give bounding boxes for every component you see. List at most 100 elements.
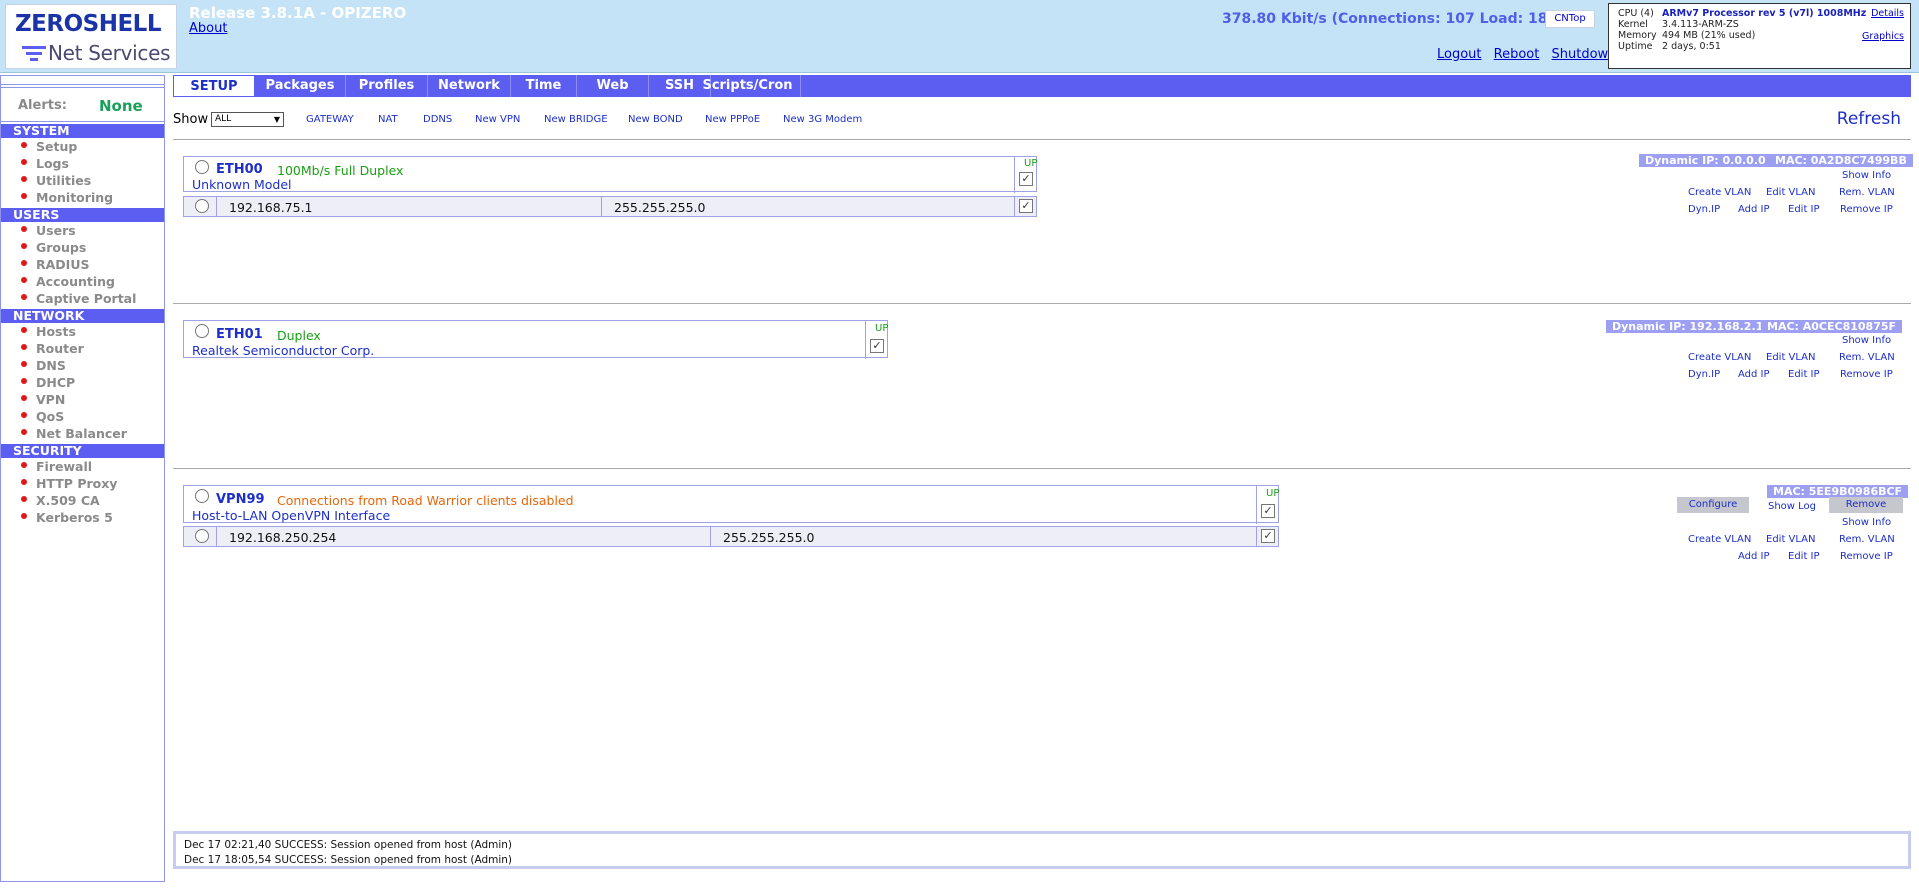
sidebar-item-utilities[interactable]: Utilities xyxy=(1,172,164,189)
sidebar-item-monitoring[interactable]: Monitoring xyxy=(1,189,164,206)
edit-vlan-link[interactable]: Edit VLAN xyxy=(1766,534,1816,545)
sidebar-item-label[interactable]: DNS xyxy=(36,358,66,373)
enable-checkbox[interactable]: ✓ xyxy=(1261,504,1275,518)
sidebar-item-label[interactable]: Accounting xyxy=(36,274,115,289)
tab-time[interactable]: Time xyxy=(511,75,577,97)
sidebar-item-label[interactable]: X.509 CA xyxy=(36,493,100,508)
sidebar-item-label[interactable]: Net Balancer xyxy=(36,426,127,441)
rem-vlan-link[interactable]: Rem. VLAN xyxy=(1839,187,1895,198)
tab-network[interactable]: Network xyxy=(428,75,511,97)
tab-web[interactable]: Web xyxy=(577,75,649,97)
enable-checkbox[interactable]: ✓ xyxy=(1019,172,1033,186)
sidebar-item-label[interactable]: Utilities xyxy=(36,173,91,188)
sidebar-item-setup[interactable]: Setup xyxy=(1,138,164,155)
new-3g-modem-link[interactable]: New 3G Modem xyxy=(783,114,862,125)
ddns-link[interactable]: DDNS xyxy=(423,114,452,125)
refresh-link[interactable]: Refresh xyxy=(1837,109,1901,129)
cntop-button[interactable]: CNTop xyxy=(1545,10,1595,28)
sidebar-item-vpn[interactable]: VPN xyxy=(1,391,164,408)
sidebar-item-users[interactable]: Users xyxy=(1,222,164,239)
new-bridge-link[interactable]: New BRIDGE xyxy=(544,114,608,125)
sidebar-item-label[interactable]: RADIUS xyxy=(36,257,89,272)
edit-ip-link[interactable]: Edit IP xyxy=(1788,551,1820,562)
show-log-link[interactable]: Show Log xyxy=(1768,501,1816,512)
ip-radio[interactable] xyxy=(195,199,209,213)
sidebar-item-label[interactable]: Logs xyxy=(36,156,69,171)
about-link[interactable]: About xyxy=(189,21,227,36)
shutdown-link[interactable]: Shutdown xyxy=(1552,47,1617,62)
nat-link[interactable]: NAT xyxy=(378,114,398,125)
logout-link[interactable]: Logout xyxy=(1437,47,1482,62)
remove-ip-link[interactable]: Remove IP xyxy=(1840,369,1893,380)
interface-radio[interactable] xyxy=(195,160,209,174)
add-ip-link[interactable]: Add IP xyxy=(1738,204,1770,215)
sidebar-item-x-509-ca[interactable]: X.509 CA xyxy=(1,492,164,509)
sidebar-item-label[interactable]: Router xyxy=(36,341,84,356)
sidebar-item-label[interactable]: Users xyxy=(36,223,76,238)
new-pppoe-link[interactable]: New PPPoE xyxy=(705,114,760,125)
show-info-link[interactable]: Show Info xyxy=(1842,335,1891,346)
details-link[interactable]: Details xyxy=(1871,8,1904,19)
tab-packages[interactable]: Packages xyxy=(255,75,346,97)
remove-button[interactable]: Remove xyxy=(1829,497,1903,513)
show-info-link[interactable]: Show Info xyxy=(1842,517,1891,528)
sidebar-item-label[interactable]: VPN xyxy=(36,392,65,407)
interface-radio[interactable] xyxy=(195,489,209,503)
rem-vlan-link[interactable]: Rem. VLAN xyxy=(1839,534,1895,545)
sidebar-item-groups[interactable]: Groups xyxy=(1,239,164,256)
edit-ip-link[interactable]: Edit IP xyxy=(1788,204,1820,215)
rem-vlan-link[interactable]: Rem. VLAN xyxy=(1839,352,1895,363)
dyn-ip-link[interactable]: Dyn.IP xyxy=(1688,204,1720,215)
tab-setup[interactable]: SETUP xyxy=(173,75,255,97)
add-ip-link[interactable]: Add IP xyxy=(1738,551,1770,562)
sidebar-item-label[interactable]: Setup xyxy=(36,139,77,154)
add-ip-link[interactable]: Add IP xyxy=(1738,369,1770,380)
sidebar-item-label[interactable]: QoS xyxy=(36,409,64,424)
create-vlan-link[interactable]: Create VLAN xyxy=(1688,534,1751,545)
edit-vlan-link[interactable]: Edit VLAN xyxy=(1766,187,1816,198)
remove-ip-link[interactable]: Remove IP xyxy=(1840,551,1893,562)
sidebar-item-label[interactable]: Firewall xyxy=(36,459,92,474)
ip-enable-checkbox[interactable]: ✓ xyxy=(1019,199,1033,213)
sidebar-item-dns[interactable]: DNS xyxy=(1,357,164,374)
sidebar-item-radius[interactable]: RADIUS xyxy=(1,256,164,273)
sidebar-item-accounting[interactable]: Accounting xyxy=(1,273,164,290)
edit-ip-link[interactable]: Edit IP xyxy=(1788,369,1820,380)
sidebar-item-net-balancer[interactable]: Net Balancer xyxy=(1,425,164,442)
sidebar-item-label[interactable]: Groups xyxy=(36,240,86,255)
show-filter-select[interactable]: ALL ▼ xyxy=(211,112,284,127)
show-info-link[interactable]: Show Info xyxy=(1842,170,1891,181)
sidebar-item-label[interactable]: Kerberos 5 xyxy=(36,510,113,525)
ip-radio[interactable] xyxy=(195,529,209,543)
sidebar-item-label[interactable]: Monitoring xyxy=(36,190,113,205)
reboot-link[interactable]: Reboot xyxy=(1494,47,1540,62)
create-vlan-link[interactable]: Create VLAN xyxy=(1688,352,1751,363)
sidebar-item-qos[interactable]: QoS xyxy=(1,408,164,425)
sidebar-item-http-proxy[interactable]: HTTP Proxy xyxy=(1,475,164,492)
sidebar-item-firewall[interactable]: Firewall xyxy=(1,458,164,475)
configure-button[interactable]: Configure xyxy=(1677,497,1749,513)
new-bond-link[interactable]: New BOND xyxy=(628,114,683,125)
create-vlan-link[interactable]: Create VLAN xyxy=(1688,187,1751,198)
sidebar-item-label[interactable]: DHCP xyxy=(36,375,75,390)
tab-scripts-cron[interactable]: Scripts/Cron xyxy=(695,75,801,97)
sidebar-item-dhcp[interactable]: DHCP xyxy=(1,374,164,391)
graphics-link[interactable]: Graphics xyxy=(1862,31,1904,42)
interface-radio[interactable] xyxy=(195,324,209,338)
remove-ip-link[interactable]: Remove IP xyxy=(1840,204,1893,215)
sidebar-item-hosts[interactable]: Hosts xyxy=(1,323,164,340)
sidebar-item-captive-portal[interactable]: Captive Portal xyxy=(1,290,164,307)
sidebar-item-router[interactable]: Router xyxy=(1,340,164,357)
sidebar-item-label[interactable]: Hosts xyxy=(36,324,76,339)
edit-vlan-link[interactable]: Edit VLAN xyxy=(1766,352,1816,363)
sidebar-item-logs[interactable]: Logs xyxy=(1,155,164,172)
ip-enable-checkbox[interactable]: ✓ xyxy=(1261,529,1275,543)
enable-checkbox[interactable]: ✓ xyxy=(870,339,884,353)
tab-profiles[interactable]: Profiles xyxy=(346,75,428,97)
gateway-link[interactable]: GATEWAY xyxy=(306,114,354,125)
sidebar-item-label[interactable]: Captive Portal xyxy=(36,291,136,306)
sidebar-item-label[interactable]: HTTP Proxy xyxy=(36,476,117,491)
sidebar-item-kerberos-5[interactable]: Kerberos 5 xyxy=(1,509,164,526)
dyn-ip-link[interactable]: Dyn.IP xyxy=(1688,369,1720,380)
new-vpn-link[interactable]: New VPN xyxy=(475,114,520,125)
